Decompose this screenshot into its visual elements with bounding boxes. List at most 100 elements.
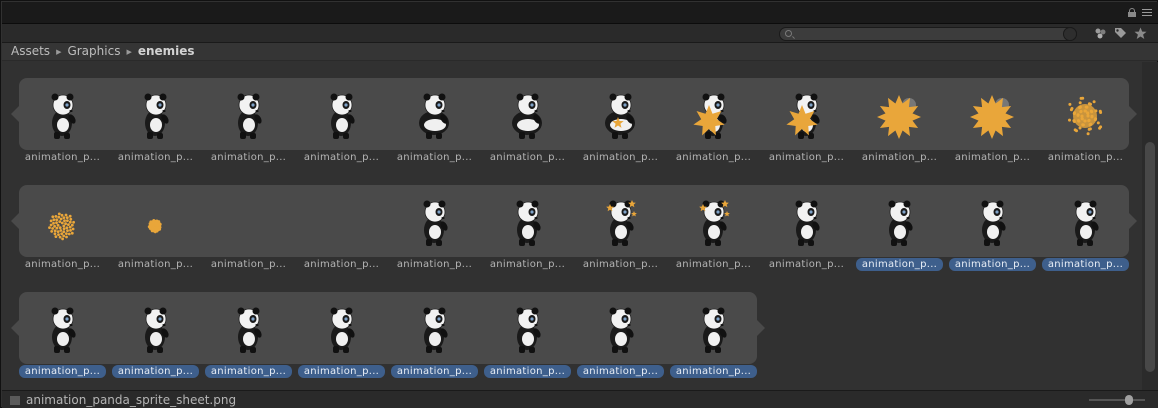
sprite-frame-label: animation_p... bbox=[577, 365, 664, 378]
sprite-thumbnail bbox=[877, 95, 921, 139]
sprite-thumbnail bbox=[516, 307, 541, 353]
sprite-frame-tile[interactable]: animation_p... bbox=[109, 78, 202, 163]
sprite-thumbnail bbox=[795, 200, 820, 246]
sprite-frame-tile[interactable]: animation_p... bbox=[853, 185, 946, 271]
sprite-frame-label: animation_p... bbox=[670, 365, 757, 378]
sprite-frame-tile[interactable]: animation_p... bbox=[1039, 185, 1132, 271]
sprite-thumbnail bbox=[981, 200, 1006, 246]
sprite-frame-tile[interactable]: animation_p... bbox=[388, 292, 481, 378]
status-bar: animation_panda_sprite_sheet.png bbox=[2, 390, 1158, 408]
window-title-bar bbox=[2, 2, 1158, 24]
sprite-frame-tile[interactable]: animation_p... bbox=[946, 185, 1039, 271]
sprite-thumbnail bbox=[147, 219, 162, 234]
sprite-thumbnail bbox=[419, 93, 449, 139]
sprite-frame-label: animation_p... bbox=[117, 152, 194, 163]
image-file-icon bbox=[10, 396, 20, 405]
sprite-frame-label: animation_p... bbox=[396, 259, 473, 270]
sprite-frame-tile[interactable]: animation_p... bbox=[388, 185, 481, 270]
sprite-thumbnail bbox=[1068, 96, 1103, 136]
sprite-frame-tile[interactable]: animation_p... bbox=[946, 78, 1039, 163]
sprite-thumbnail bbox=[970, 95, 1014, 139]
sprite-thumbnail bbox=[516, 200, 541, 246]
sprite-thumbnail bbox=[1074, 200, 1099, 246]
sprite-frame-label: animation_p... bbox=[303, 152, 380, 163]
scrollbar-thumb[interactable] bbox=[1145, 142, 1155, 372]
sprite-thumbnail bbox=[605, 93, 635, 139]
search-input[interactable] bbox=[779, 27, 1077, 41]
sprite-frame-label: animation_p... bbox=[856, 258, 943, 271]
sprite-frame-tile[interactable]: animation_p... bbox=[295, 185, 388, 270]
sprite-frame-label: animation_p... bbox=[582, 152, 659, 163]
sprite-frame-tile[interactable]: animation_p... bbox=[481, 292, 574, 378]
sprite-thumbnail bbox=[699, 200, 730, 246]
sprite-frame-label: animation_p... bbox=[210, 152, 287, 163]
sprite-thumbnail bbox=[313, 190, 369, 252]
sprite-frame-label: animation_p... bbox=[768, 259, 845, 270]
sprite-frame-label: animation_p... bbox=[484, 365, 571, 378]
sprite-frame-label: animation_p... bbox=[19, 365, 106, 378]
sprite-frame-label: animation_p... bbox=[954, 152, 1031, 163]
sprite-frame-tile[interactable]: animation_p... bbox=[1039, 78, 1132, 163]
sprite-frame-tile[interactable]: animation_p... bbox=[574, 292, 667, 378]
asset-grid: animation_p... animation_p... animation_p.… bbox=[2, 62, 1142, 390]
sprite-frame-tile[interactable]: animation_p... bbox=[760, 185, 853, 270]
filter-by-label-icon[interactable] bbox=[1113, 27, 1127, 40]
sprite-frame-tile[interactable]: animation_p... bbox=[16, 185, 109, 270]
sprite-frame-tile[interactable]: animation_p... bbox=[667, 185, 760, 270]
sprite-frame-tile[interactable]: animation_p... bbox=[388, 78, 481, 163]
sprite-frame-tile[interactable]: animation_p... bbox=[109, 292, 202, 378]
breadcrumb: Assets ▶ Graphics ▶ enemies bbox=[2, 43, 1158, 61]
sprite-frame-tile[interactable]: animation_p... bbox=[16, 292, 109, 378]
search-cancel-button[interactable] bbox=[1063, 27, 1077, 41]
sprite-frame-label: animation_p... bbox=[298, 365, 385, 378]
sprite-frame-tile[interactable]: animation_p... bbox=[667, 292, 760, 378]
vertical-scrollbar[interactable] bbox=[1142, 62, 1158, 390]
sprite-frame-tile[interactable]: animation_p... bbox=[202, 78, 295, 163]
sprite-thumbnail bbox=[51, 307, 76, 353]
sprite-frame-tile[interactable]: animation_p... bbox=[481, 185, 574, 270]
sprite-frame-tile[interactable]: animation_p... bbox=[295, 292, 388, 378]
sprite-thumbnail bbox=[144, 307, 169, 353]
sprite-frame-label: animation_p... bbox=[1047, 152, 1124, 163]
sprite-frame-label: animation_p... bbox=[117, 259, 194, 270]
sprite-thumbnail bbox=[48, 212, 75, 241]
sprite-frame-tile[interactable]: animation_p... bbox=[109, 185, 202, 270]
sprite-frame-tile[interactable]: animation_p... bbox=[202, 292, 295, 378]
sprite-frame-tile[interactable]: animation_p... bbox=[481, 78, 574, 163]
menu-icon[interactable] bbox=[1142, 9, 1152, 18]
filter-by-type-icon[interactable] bbox=[1093, 27, 1107, 40]
sprite-frame-tile[interactable]: animation_p... bbox=[760, 78, 853, 163]
sprite-frame-tile[interactable]: animation_p... bbox=[574, 185, 667, 270]
sprite-frame-tile[interactable]: animation_p... bbox=[853, 78, 946, 163]
sprite-frame-label: animation_p... bbox=[112, 365, 199, 378]
sprite-frame-label: animation_p... bbox=[861, 152, 938, 163]
sprite-frame-label: animation_p... bbox=[675, 259, 752, 270]
sprite-thumbnail bbox=[693, 93, 727, 139]
sprite-frame-label: animation_p... bbox=[949, 258, 1036, 271]
sprite-frame-label: animation_p... bbox=[303, 259, 380, 270]
sprite-frame-tile[interactable]: animation_p... bbox=[202, 185, 295, 270]
sprite-frame-label: animation_p... bbox=[675, 152, 752, 163]
sprite-thumbnail bbox=[606, 200, 637, 246]
slider-handle[interactable] bbox=[1125, 395, 1133, 405]
chevron-right-icon: ▶ bbox=[56, 48, 62, 56]
sprite-thumbnail bbox=[330, 307, 355, 353]
thumbnail-size-slider[interactable] bbox=[1089, 395, 1145, 405]
sprite-frame-tile[interactable]: animation_p... bbox=[295, 78, 388, 163]
sprite-frame-label: animation_p... bbox=[24, 259, 101, 270]
star-icon[interactable] bbox=[1133, 27, 1147, 40]
sprite-frame-tile[interactable]: animation_p... bbox=[16, 78, 109, 163]
sprite-thumbnail bbox=[609, 307, 634, 353]
lock-icon[interactable] bbox=[1128, 8, 1136, 17]
breadcrumb-item-assets[interactable]: Assets bbox=[11, 43, 50, 60]
selected-file-name: animation_panda_sprite_sheet.png bbox=[26, 393, 237, 407]
sprite-frame-label: animation_p... bbox=[391, 365, 478, 378]
sprite-thumbnail bbox=[220, 190, 276, 252]
breadcrumb-current-folder[interactable]: enemies bbox=[138, 43, 195, 60]
sprite-frame-tile[interactable]: animation_p... bbox=[574, 78, 667, 163]
sprite-frame-label: animation_p... bbox=[24, 152, 101, 163]
sprite-frame-tile[interactable]: animation_p... bbox=[667, 78, 760, 163]
breadcrumb-item-graphics[interactable]: Graphics bbox=[67, 43, 120, 60]
sprite-thumbnail bbox=[51, 93, 76, 139]
sprite-thumbnail bbox=[237, 93, 262, 139]
